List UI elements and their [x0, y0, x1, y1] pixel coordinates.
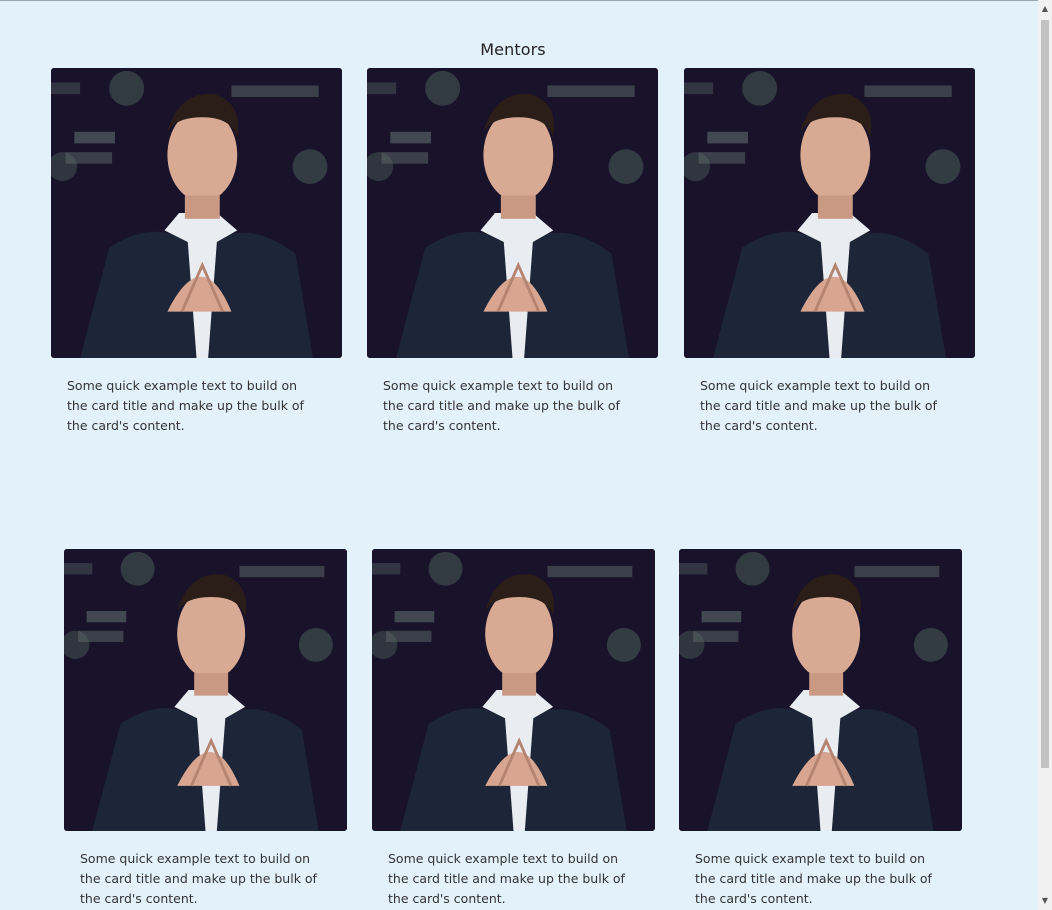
vertical-scrollbar[interactable]: ▲ ▼ — [1038, 0, 1052, 910]
mentor-photo — [367, 68, 658, 358]
mentor-photo — [51, 68, 342, 358]
card-text: Some quick example text to build on the … — [700, 378, 937, 433]
scroll-down-icon[interactable]: ▼ — [1038, 894, 1052, 908]
card-text: Some quick example text to build on the … — [695, 851, 932, 906]
window-top-border — [0, 0, 1052, 1]
mentor-photo — [684, 68, 975, 358]
page: Mentors Some quick example text to build… — [0, 0, 1052, 910]
mentor-photo — [372, 549, 655, 831]
scroll-up-icon[interactable]: ▲ — [1038, 2, 1052, 16]
page-title: Mentors — [480, 40, 546, 59]
scrollbar-thumb[interactable] — [1041, 20, 1049, 768]
card-text: Some quick example text to build on the … — [388, 851, 625, 906]
mentor-photo — [679, 549, 962, 831]
card-text: Some quick example text to build on the … — [67, 378, 304, 433]
card-text: Some quick example text to build on the … — [383, 378, 620, 433]
mentor-photo — [64, 549, 347, 831]
card-text: Some quick example text to build on the … — [80, 851, 317, 906]
